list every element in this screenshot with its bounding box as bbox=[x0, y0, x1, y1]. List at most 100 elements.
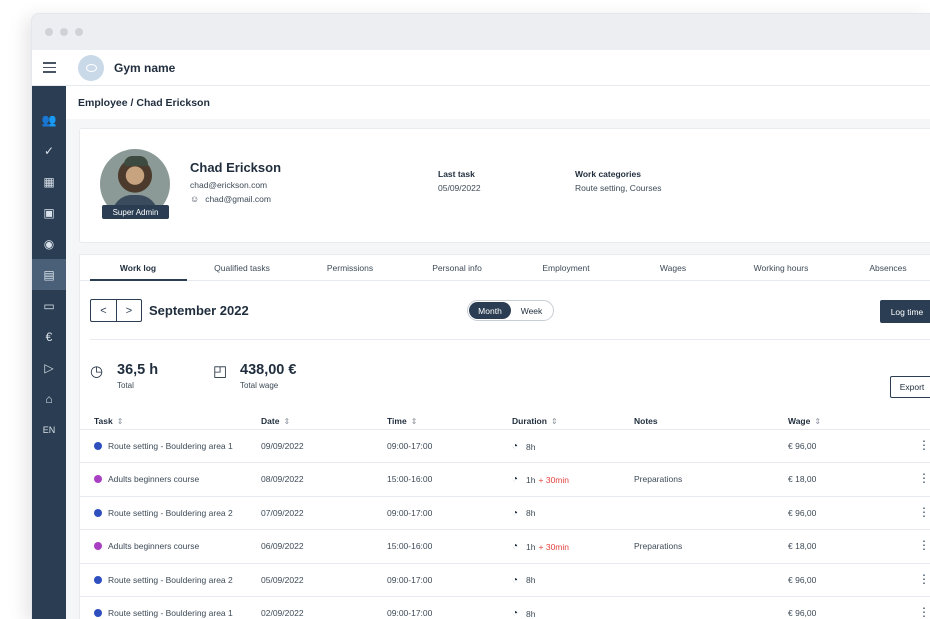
category-dot bbox=[94, 542, 102, 551]
task-cell: Adults beginners course bbox=[94, 474, 199, 484]
row-menu-icon[interactable]: ⋮ bbox=[918, 539, 930, 551]
column-header-label: Duration bbox=[512, 416, 547, 426]
column-header-task[interactable]: Task ⇕ bbox=[94, 416, 123, 426]
clock-icon: ◷ bbox=[90, 363, 104, 380]
table-row[interactable]: Route setting - Bouldering area 1 09/09/2… bbox=[80, 430, 930, 464]
row-menu-icon[interactable]: ⋮ bbox=[918, 506, 930, 518]
play-icon[interactable]: ▷ bbox=[32, 352, 66, 383]
wallet-icon[interactable]: ▭ bbox=[32, 290, 66, 321]
task-name: Route setting - Bouldering area 2 bbox=[108, 507, 233, 518]
time-cell: 09:00-17:00 bbox=[387, 507, 433, 518]
prev-period-button[interactable]: < bbox=[91, 300, 116, 321]
tab-wages[interactable]: Wages bbox=[660, 263, 686, 273]
log-time-button[interactable]: Log time bbox=[880, 300, 930, 323]
id-card-icon[interactable]: ▤ bbox=[32, 259, 66, 290]
notes-cell: Preparations bbox=[634, 541, 683, 552]
category-dot bbox=[94, 508, 102, 517]
month-view-button[interactable]: Month bbox=[469, 302, 511, 319]
euro-icon[interactable]: € bbox=[32, 321, 66, 352]
task-name: Adults beginners course bbox=[108, 541, 200, 552]
timer-icon: ◔ bbox=[512, 574, 519, 586]
tab-employment[interactable]: Employment bbox=[542, 263, 589, 273]
table-row[interactable]: Adults beginners course 08/09/2022 15:00-1… bbox=[80, 463, 930, 497]
sort-icon[interactable]: ⇕ bbox=[551, 417, 558, 426]
sort-icon[interactable]: ⇕ bbox=[814, 417, 821, 426]
app-window: Gym name 👥 ✓ ▦ ▣ ◉ ▤ ▭ € ▷ ⌂ EN Employee / Chad Er… bbox=[31, 13, 930, 619]
time-cell: 09:00-17:00 bbox=[387, 608, 433, 618]
home-icon[interactable]: ⌂ bbox=[32, 383, 66, 414]
column-header-label: Task bbox=[94, 416, 113, 426]
wallet-icon: ◰ bbox=[213, 363, 228, 380]
table-row[interactable]: Adults beginners course 06/09/2022 15:00-1… bbox=[80, 530, 930, 564]
sort-icon[interactable]: ⇕ bbox=[411, 417, 418, 426]
employee-name: Chad Erickson bbox=[190, 160, 282, 175]
top-bar: Gym name bbox=[32, 50, 930, 86]
column-header-label: Time bbox=[387, 416, 407, 426]
notes-cell: Preparations bbox=[634, 474, 683, 485]
user-icon: ☺ bbox=[190, 194, 200, 204]
table-row[interactable]: Route setting - Bouldering area 1 02/09/2… bbox=[80, 597, 930, 619]
table-row[interactable]: Route setting - Bouldering area 2 07/09/2… bbox=[80, 497, 930, 531]
view-toggle: Month Week bbox=[467, 300, 554, 321]
time-cell: 15:00-16:00 bbox=[387, 541, 433, 552]
tab-personal-info[interactable]: Personal info bbox=[432, 263, 482, 273]
week-view-button[interactable]: Week bbox=[511, 302, 552, 319]
category-dot bbox=[94, 475, 102, 484]
wage-cell: € 18,00 bbox=[788, 541, 817, 552]
task-name: Route setting - Bouldering area 2 bbox=[108, 574, 233, 585]
sort-icon[interactable]: ⇕ bbox=[283, 417, 290, 426]
gym-logo bbox=[78, 54, 104, 81]
table-row[interactable]: Route setting - Bouldering area 2 05/09/2… bbox=[80, 564, 930, 597]
total-hours-label: Total bbox=[117, 381, 134, 390]
row-menu-icon[interactable]: ⋮ bbox=[918, 439, 930, 451]
window-maximize-dot[interactable] bbox=[75, 28, 83, 36]
duration-value: 8h bbox=[526, 608, 536, 619]
people-icon[interactable]: 👥 bbox=[32, 104, 66, 135]
work-categories-value: Route setting, Courses bbox=[575, 183, 662, 193]
active-tab-indicator bbox=[90, 279, 187, 281]
export-button[interactable]: Export bbox=[890, 376, 930, 398]
menu-icon[interactable] bbox=[32, 62, 66, 73]
category-dot bbox=[94, 575, 102, 584]
calendar-icon[interactable]: ▣ bbox=[32, 197, 66, 228]
row-menu-icon[interactable]: ⋮ bbox=[918, 472, 930, 484]
task-cell: Route setting - Bouldering area 1 bbox=[94, 608, 233, 618]
tab-qualified-tasks[interactable]: Qualified tasks bbox=[214, 263, 270, 273]
timer-icon: ◔ bbox=[512, 474, 519, 486]
work-categories-block: Work categories Route setting, Courses bbox=[575, 169, 661, 193]
role-badge: Super Admin bbox=[102, 205, 169, 219]
column-header-notes: Notes bbox=[634, 416, 658, 426]
tab-work-log[interactable]: Work log bbox=[120, 263, 156, 273]
date-cell: 07/09/2022 bbox=[261, 507, 304, 518]
tab-absences[interactable]: Absences bbox=[869, 263, 906, 273]
language-switch[interactable]: EN bbox=[32, 414, 66, 445]
eye-icon[interactable]: ◉ bbox=[32, 228, 66, 259]
total-wage-value: 438,00 € bbox=[240, 362, 297, 378]
period-pager: < > bbox=[90, 299, 142, 322]
sort-icon[interactable]: ⇕ bbox=[117, 417, 124, 426]
check-circle-icon[interactable]: ✓ bbox=[32, 135, 66, 166]
duration-cell: ◔ 8h bbox=[512, 575, 536, 586]
column-header-time[interactable]: Time ⇕ bbox=[387, 416, 417, 426]
tab-working-hours[interactable]: Working hours bbox=[754, 263, 809, 273]
total-wage-label: Total wage bbox=[240, 381, 279, 390]
column-header-wage[interactable]: Wage ⇕ bbox=[788, 416, 821, 426]
duration-cell: ◔ 8h bbox=[512, 508, 536, 519]
duration-value: 8h bbox=[526, 441, 536, 452]
next-period-button[interactable]: > bbox=[116, 300, 141, 321]
work-email: chad@erickson.com bbox=[190, 180, 268, 190]
row-menu-icon[interactable]: ⋮ bbox=[918, 606, 930, 618]
tab-permissions[interactable]: Permissions bbox=[327, 263, 373, 273]
row-menu-icon[interactable]: ⋮ bbox=[918, 573, 930, 585]
duration-extra: + 30min bbox=[538, 541, 569, 552]
duration-value: 8h bbox=[526, 508, 536, 519]
building-icon[interactable]: ▦ bbox=[32, 166, 66, 197]
last-task-value: 05/09/2022 bbox=[438, 183, 481, 193]
window-minimize-dot[interactable] bbox=[60, 28, 68, 36]
column-header-duration[interactable]: Duration ⇕ bbox=[512, 416, 558, 426]
sidebar: 👥 ✓ ▦ ▣ ◉ ▤ ▭ € ▷ ⌂ EN bbox=[32, 86, 66, 619]
window-titlebar bbox=[32, 14, 930, 50]
window-close-dot[interactable] bbox=[45, 28, 53, 36]
column-header-date[interactable]: Date ⇕ bbox=[261, 416, 290, 426]
task-name: Route setting - Bouldering area 1 bbox=[108, 441, 233, 451]
